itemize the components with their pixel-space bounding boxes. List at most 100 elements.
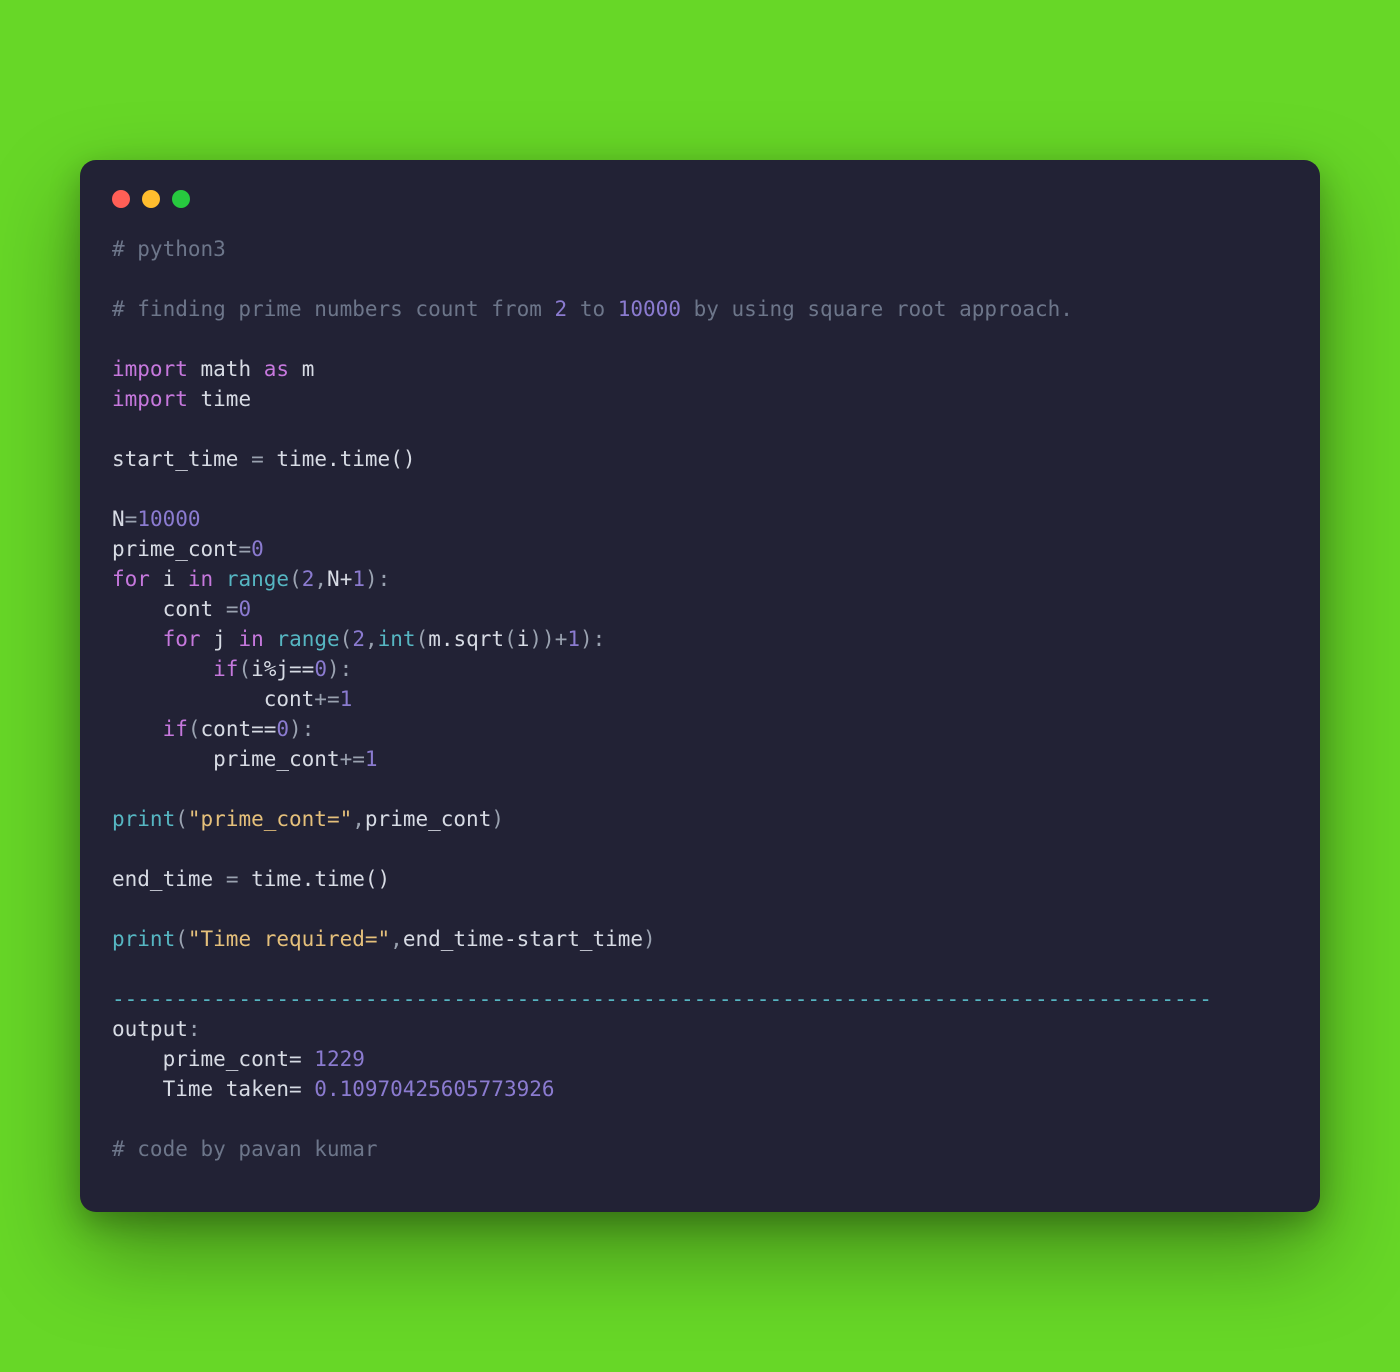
- comment: to: [567, 297, 618, 321]
- keyword: if: [213, 657, 238, 681]
- colon: :: [378, 567, 391, 591]
- call: time.time(): [251, 867, 390, 891]
- identifier: end_time: [112, 867, 213, 891]
- code-block: # python3 # finding prime numbers count …: [112, 234, 1288, 1164]
- literal: 10000: [618, 297, 681, 321]
- operator: =: [226, 867, 239, 891]
- paren: (: [289, 567, 302, 591]
- output-label: output: [112, 1017, 188, 1041]
- paren: (: [416, 627, 429, 651]
- keyword: import: [112, 387, 188, 411]
- paren: (: [340, 627, 353, 651]
- literal: 1: [567, 627, 580, 651]
- colon: :: [593, 627, 606, 651]
- output-value: 0.10970425605773926: [314, 1077, 554, 1101]
- paren: (: [175, 807, 188, 831]
- divider: ----------------------------------------…: [112, 987, 1212, 1011]
- builtin: print: [112, 927, 175, 951]
- literal: 2: [555, 297, 568, 321]
- literal: 0: [314, 657, 327, 681]
- identifier: cont: [163, 597, 214, 621]
- identifier: cont: [264, 687, 315, 711]
- paren: ): [529, 627, 542, 651]
- output-line: prime_cont=: [112, 1047, 314, 1071]
- string: "Time required=": [188, 927, 390, 951]
- literal: 0: [251, 537, 264, 561]
- minimize-icon[interactable]: [142, 190, 160, 208]
- paren: (: [238, 657, 251, 681]
- builtin: range: [226, 567, 289, 591]
- comment: # code by pavan kumar: [112, 1137, 378, 1161]
- keyword: as: [264, 357, 289, 381]
- keyword: for: [163, 627, 201, 651]
- literal: 2: [302, 567, 315, 591]
- comment: # finding prime numbers count from: [112, 297, 555, 321]
- comma: ,: [352, 807, 365, 831]
- output-line: Time taken=: [112, 1077, 314, 1101]
- keyword: if: [163, 717, 188, 741]
- builtin: int: [378, 627, 416, 651]
- colon: :: [340, 657, 353, 681]
- colon: :: [188, 1017, 201, 1041]
- paren: (: [188, 717, 201, 741]
- literal: 0: [276, 717, 289, 741]
- keyword: import: [112, 357, 188, 381]
- paren: ): [542, 627, 555, 651]
- paren: ): [289, 717, 302, 741]
- literal: 2: [352, 627, 365, 651]
- paren: ): [327, 657, 340, 681]
- paren: ): [580, 627, 593, 651]
- builtin: print: [112, 807, 175, 831]
- literal: 1: [365, 747, 378, 771]
- expression: end_time-start_time: [403, 927, 643, 951]
- literal: 1: [352, 567, 365, 591]
- operator: +=: [314, 687, 339, 711]
- keyword: for: [112, 567, 150, 591]
- identifier: i: [517, 627, 530, 651]
- literal: 1: [340, 687, 353, 711]
- string: "prime_cont=": [188, 807, 352, 831]
- identifier: prime_cont: [213, 747, 339, 771]
- operator: +=: [340, 747, 365, 771]
- paren: ): [643, 927, 656, 951]
- operator: =: [226, 597, 239, 621]
- comment: by using square root approach.: [681, 297, 1073, 321]
- builtin: range: [276, 627, 339, 651]
- keyword: in: [238, 627, 263, 651]
- operator: =: [125, 507, 138, 531]
- paren: (: [175, 927, 188, 951]
- traffic-lights: [112, 190, 1288, 208]
- code-window: # python3 # finding prime numbers count …: [80, 160, 1320, 1212]
- comma: ,: [390, 927, 403, 951]
- operator: +: [555, 627, 568, 651]
- identifier: m.sqrt: [428, 627, 504, 651]
- identifier: N: [112, 507, 125, 531]
- literal: 0: [238, 597, 251, 621]
- identifier: prime_cont: [365, 807, 491, 831]
- identifier: i: [163, 567, 176, 591]
- operator: =: [251, 447, 264, 471]
- condition: cont==: [201, 717, 277, 741]
- identifier: N+: [327, 567, 352, 591]
- identifier: time: [201, 387, 252, 411]
- keyword: in: [188, 567, 213, 591]
- identifier: prime_cont: [112, 537, 238, 561]
- comma: ,: [314, 567, 327, 591]
- colon: :: [302, 717, 315, 741]
- paren: ): [491, 807, 504, 831]
- paren: (: [504, 627, 517, 651]
- call: time.time(): [276, 447, 415, 471]
- condition: i%j==: [251, 657, 314, 681]
- identifier: start_time: [112, 447, 238, 471]
- zoom-icon[interactable]: [172, 190, 190, 208]
- identifier: math: [201, 357, 252, 381]
- comma: ,: [365, 627, 378, 651]
- identifier: m: [302, 357, 315, 381]
- comment: # python3: [112, 237, 226, 261]
- output-value: 1229: [314, 1047, 365, 1071]
- operator: =: [238, 537, 251, 561]
- paren: ): [365, 567, 378, 591]
- close-icon[interactable]: [112, 190, 130, 208]
- literal: 10000: [137, 507, 200, 531]
- identifier: j: [213, 627, 226, 651]
